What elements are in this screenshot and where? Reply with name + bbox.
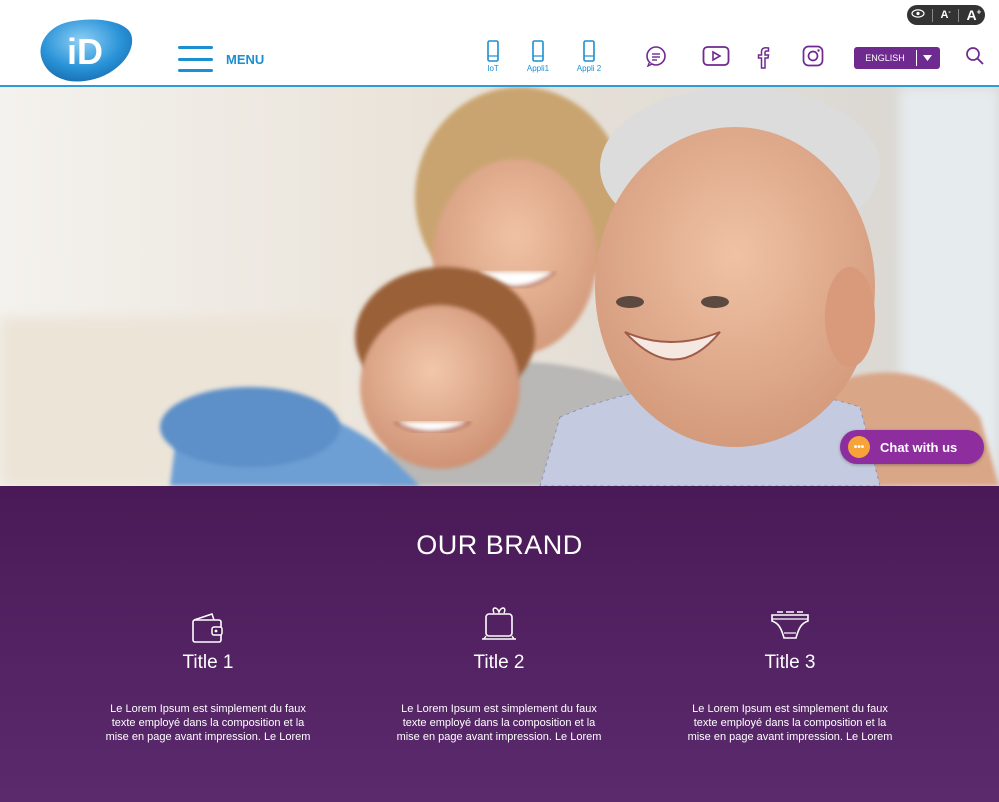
logo-text: iD — [67, 31, 103, 72]
brand-item-text: Le Lorem Ipsum est simplement du faux te… — [687, 703, 893, 743]
app-label: Appli1 — [526, 64, 550, 73]
brand-item-title: Title 3 — [764, 652, 816, 673]
increase-text-button[interactable]: A+ — [966, 7, 981, 23]
brand-item-title: Title 2 — [473, 652, 525, 673]
menu-label: MENU — [226, 51, 265, 67]
search-icon[interactable] — [965, 46, 985, 71]
diaper-icon — [675, 604, 905, 644]
decrease-text-button[interactable]: A- — [940, 9, 950, 22]
youtube-icon[interactable] — [702, 45, 730, 72]
brand-item-1: Title 1 Le Lorem Ipsum est simplement du… — [93, 604, 323, 744]
divider — [932, 8, 934, 22]
app-label: IoT — [487, 64, 499, 73]
menu-button[interactable]: MENU — [178, 46, 264, 72]
brand-item-text: Le Lorem Ipsum est simplement du faux te… — [396, 703, 602, 743]
language-select[interactable]: ENGLISH — [854, 47, 940, 69]
app-link-appli1[interactable]: Appli1 — [516, 40, 560, 73]
hamburger-icon — [178, 46, 213, 72]
family-photo — [0, 87, 999, 486]
app-label: Appli 2 — [576, 64, 602, 73]
phone-icon — [487, 40, 499, 62]
brand-logo[interactable]: iD — [33, 16, 137, 84]
brand-item-text: Le Lorem Ipsum est simplement du faux te… — [105, 703, 311, 743]
brand-item-3: Title 3 Le Lorem Ipsum est simplement du… — [675, 604, 905, 744]
instagram-icon[interactable] — [802, 45, 824, 72]
accessibility-bar: A- A+ — [0, 0, 999, 32]
chat-bubble-icon[interactable] — [645, 45, 667, 72]
divider — [958, 8, 960, 22]
chat-bubble-icon: ••• — [848, 436, 870, 458]
phone-icon — [583, 40, 595, 62]
brand-item-title: Title 1 — [182, 652, 234, 673]
app-link-iot[interactable]: IoT — [471, 40, 515, 73]
chevron-down-icon — [916, 50, 937, 66]
hero-image — [0, 87, 999, 486]
chat-with-us-button[interactable]: ••• Chat with us — [840, 430, 984, 464]
wallet-icon — [93, 604, 323, 644]
accessibility-controls: A- A+ — [907, 5, 985, 25]
brand-item-2: Title 2 Le Lorem Ipsum est simplement du… — [384, 604, 614, 744]
facebook-icon[interactable] — [755, 45, 771, 74]
chat-label: Chat with us — [880, 439, 958, 455]
app-link-appli2[interactable]: Appli 2 — [567, 40, 611, 73]
increase-text-label: A — [966, 7, 977, 23]
language-label: ENGLISH — [865, 53, 905, 63]
gift-icon — [384, 604, 614, 644]
main-header: MENU IoT Appli1 Appli 2 ENGLISH — [0, 31, 999, 87]
our-brand-section: OUR BRAND Title 1 Le Lorem Ipsum est sim… — [0, 486, 999, 802]
section-title: OUR BRAND — [416, 530, 583, 560]
phone-icon — [532, 40, 544, 62]
eye-icon[interactable] — [911, 9, 925, 21]
